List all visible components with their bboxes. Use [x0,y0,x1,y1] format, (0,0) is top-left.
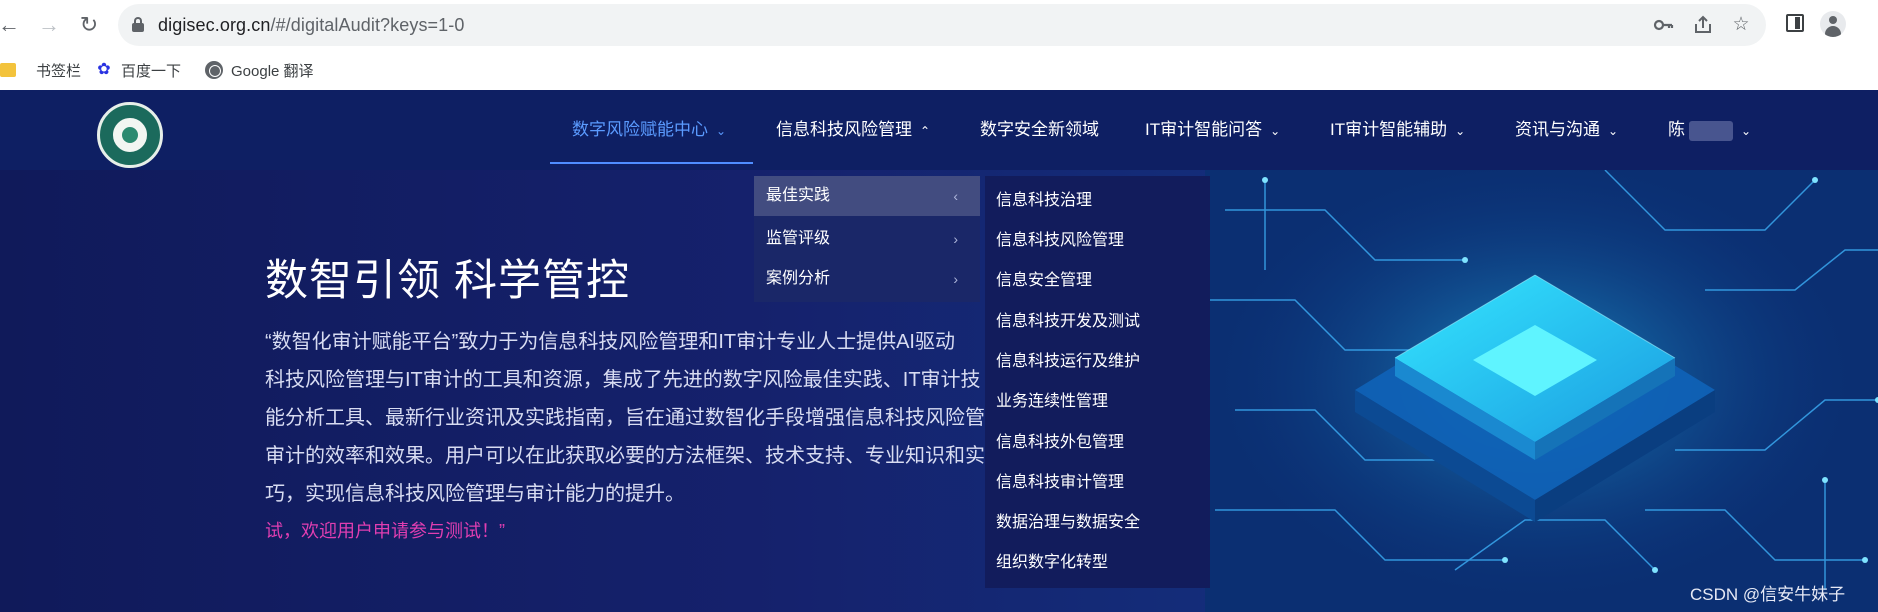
submenu-item[interactable]: 组织数字化转型 [996,543,1108,583]
nav-item-it-audit-assist[interactable]: IT审计智能辅助 ⌄ [1330,90,1465,170]
hero-line: 审计的效率和效果。用户可以在此获取必要的方法框架、技术支持、专业知识和实 [265,445,985,467]
submenu-item[interactable]: 信息科技审计管理 [996,463,1124,503]
chip-illustration [1205,150,1878,612]
url-domain: digisec.org.cn [158,15,271,35]
dropdown-item-label: 最佳实践 [766,187,831,204]
nav-item-digital-security[interactable]: 数字安全新领域 [980,90,1099,170]
dropdown-item-case-analysis[interactable]: 案例分析 › [754,259,980,299]
chevron-right-icon: › [953,271,958,287]
baidu-paw-icon: ✿ [97,61,111,78]
hero-description: “数智化审计赋能平台”致力于为信息科技风险管理和IT审计专业人士提供AI驱动 科… [265,323,1025,513]
back-arrow-icon[interactable]: ← [0,10,24,40]
submenu-item[interactable]: 信息科技运行及维护 [996,342,1140,382]
forward-arrow-icon[interactable]: → [34,10,64,40]
chevron-down-icon: ⌄ [1270,124,1281,138]
dropdown-menu-primary: 最佳实践 ‹ 监管评级 › 案例分析 › [754,176,980,302]
address-bar[interactable]: digisec.org.cn/#/digitalAudit?keys=1-0 ☆ [118,4,1766,46]
site-header: 数字风险赋能中心 ⌄ 信息科技风险管理 ⌃ 数字安全新领域 IT审计智能问答 ⌄ IT… [0,90,1878,170]
bookmarks-bar: 书签栏 ✿ 百度一下 Google 翻译 [0,50,1878,90]
folder-icon [0,63,16,77]
nav-item-it-risk-management[interactable]: 信息科技风险管理 ⌃ [776,90,930,170]
submenu-item[interactable]: 信息科技开发及测试 [996,302,1140,342]
chevron-right-icon: › [953,231,958,247]
nav-label: 资讯与沟通 [1515,120,1600,139]
site-logo[interactable] [97,102,163,168]
chevron-down-icon: ⌄ [716,124,727,138]
nav-label: 数字风险赋能中心 [572,120,708,139]
dropdown-item-best-practice[interactable]: 最佳实践 ‹ [754,176,980,216]
nav-label: 数字安全新领域 [980,120,1099,139]
chevron-left-icon: ‹ [953,188,958,204]
hero-line: “数智化审计赋能平台”致力于为信息科技风险管理和IT审计专业人士提供AI驱动 [265,331,955,353]
nav-label: IT审计智能问答 [1145,120,1263,139]
dropdown-item-label: 案例分析 [766,270,831,287]
nav-label: 陈 [1668,120,1685,139]
submenu-item[interactable]: 信息科技外包管理 [996,423,1124,463]
star-icon[interactable]: ☆ [1730,14,1752,36]
reload-icon[interactable]: ↻ [74,10,104,40]
side-panel-icon[interactable] [1786,14,1804,32]
submenu-item[interactable]: 信息安全管理 [996,261,1092,301]
hero-title: 数智引领 科学管控 [265,257,630,305]
bookmark-label: 百度一下 [121,62,182,80]
chevron-down-icon: ⌄ [1608,124,1619,138]
key-icon[interactable] [1652,14,1674,36]
chevron-down-icon: ⌄ [1455,124,1466,138]
csdn-watermark: CSDN @信安牛妹子 [1690,585,1846,604]
bookmark-google-translate[interactable]: Google 翻译 [205,59,314,81]
bookmark-label: 书签栏 [36,62,82,80]
url-text[interactable]: digisec.org.cn/#/digitalAudit?keys=1-0 [158,15,465,36]
bookmark-label: Google 翻译 [231,62,314,80]
hero-line: 科技风险管理与IT审计的工具和资源，集成了先进的数字风险最佳实践、IT审计技 [265,369,981,391]
profile-avatar-icon[interactable] [1820,11,1846,37]
dropdown-item-regulatory-rating[interactable]: 监管评级 › [754,219,980,259]
bookmark-baidu[interactable]: ✿ 百度一下 [95,59,181,81]
submenu-item[interactable]: 信息科技治理 [996,181,1092,221]
website-viewport: 数字风险赋能中心 ⌄ 信息科技风险管理 ⌃ 数字安全新领域 IT审计智能问答 ⌄ IT… [0,90,1878,612]
nav-item-user[interactable]: 陈 ⌄ [1668,90,1751,170]
chevron-down-icon: ⌄ [1741,124,1752,138]
redacted-username [1689,120,1733,141]
hero-cta-text: 试，欢迎用户申请参与测试！” [265,521,505,541]
nav-item-news[interactable]: 资讯与沟通 ⌄ [1515,90,1618,170]
bookmark-folder[interactable]: 书签栏 [0,59,81,81]
nav-label: IT审计智能辅助 [1330,120,1448,139]
hero-line: 能分析工具、最新行业资讯及实践指南，旨在通过数智化手段增强信息科技风险管 [265,407,985,429]
submenu-item[interactable]: 数据治理与数据安全 [996,503,1140,543]
chevron-up-icon: ⌃ [920,124,931,138]
nav-item-digital-risk-center[interactable]: 数字风险赋能中心 ⌄ [572,90,726,170]
url-path: /#/digitalAudit?keys=1-0 [270,15,465,35]
dropdown-menu-secondary: 信息科技治理 信息科技风险管理 信息安全管理 信息科技开发及测试 信息科技运行及… [985,176,1210,588]
share-icon[interactable] [1692,14,1714,36]
nav-item-it-audit-qa[interactable]: IT审计智能问答 ⌄ [1145,90,1280,170]
nav-label: 信息科技风险管理 [776,120,912,139]
lock-icon[interactable] [132,17,144,32]
dropdown-item-label: 监管评级 [766,230,831,247]
active-nav-underline [550,162,753,164]
hero-line: 巧，实现信息科技风险管理与审计能力的提升。 [265,483,685,505]
submenu-item[interactable]: 业务连续性管理 [996,382,1108,422]
submenu-item[interactable]: 信息科技风险管理 [996,221,1124,261]
browser-toolbar: ← → ↻ digisec.org.cn/#/digitalAudit?keys… [0,0,1878,50]
globe-icon [205,61,223,79]
